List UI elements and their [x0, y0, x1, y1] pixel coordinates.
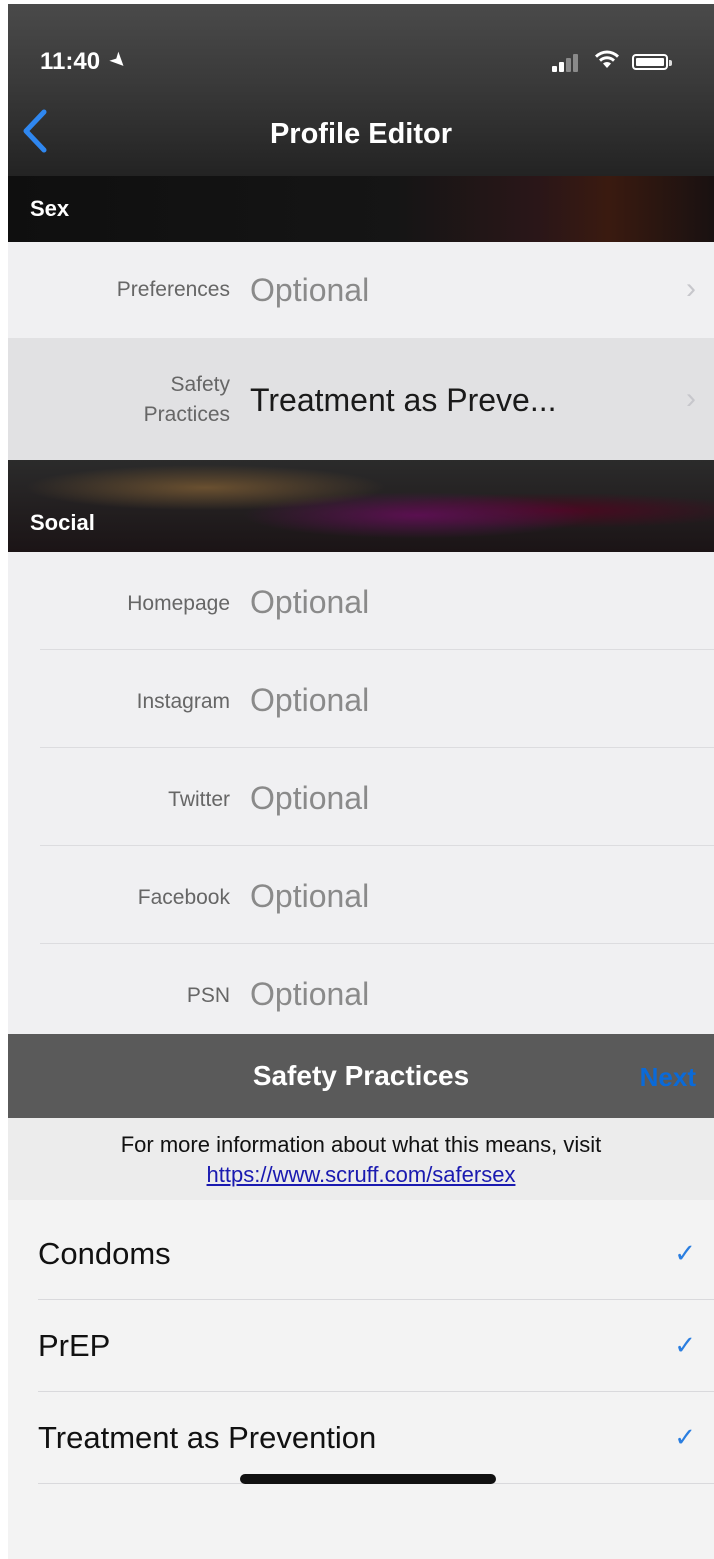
homepage-row[interactable]: Homepage Optional	[8, 552, 714, 650]
checkmark-icon: ✓	[674, 1330, 696, 1360]
status-time: 11:40	[40, 48, 101, 75]
instagram-label: Instagram	[136, 690, 230, 713]
section-header-sex: Sex	[8, 176, 714, 242]
picker-toolbar: Safety Practices Next	[8, 1034, 714, 1118]
safety-label-line2: Practices	[143, 403, 230, 426]
safety-practices-label: Safety Practices	[144, 370, 230, 430]
twitter-row[interactable]: Twitter Optional	[8, 748, 714, 846]
preferences-row[interactable]: Preferences Optional ›	[8, 242, 714, 338]
safety-options-list: Condoms ✓ PrEP ✓ Treatment as Prevention…	[8, 1200, 714, 1559]
twitter-label: Twitter	[168, 788, 230, 811]
facebook-field[interactable]: Optional	[250, 878, 369, 915]
picker-title: Safety Practices	[252, 1060, 470, 1091]
battery-icon	[632, 54, 672, 70]
preferences-value: Optional	[250, 272, 370, 308]
next-button[interactable]: Next	[640, 1062, 696, 1093]
safety-practices-row[interactable]: Safety Practices Treatment as Preve... ›	[8, 338, 714, 460]
chevron-right-icon: ›	[686, 272, 696, 305]
psn-row[interactable]: PSN Optional	[8, 944, 714, 1034]
safety-label-line1: Safety	[170, 373, 230, 396]
cellular-signal-icon	[552, 54, 582, 72]
home-indicator[interactable]	[240, 1474, 496, 1484]
facebook-label: Facebook	[137, 886, 230, 909]
facebook-row[interactable]: Facebook Optional	[8, 846, 714, 944]
psn-label: PSN	[186, 984, 230, 1007]
instagram-field[interactable]: Optional	[250, 682, 369, 719]
page-title: Profile Editor	[269, 118, 453, 150]
section-header-social: Social	[8, 460, 714, 552]
location-arrow-icon: ➤	[104, 47, 132, 75]
status-indicators	[542, 48, 692, 74]
preferences-label: Preferences	[116, 278, 230, 301]
homepage-label: Homepage	[127, 592, 230, 615]
option-label: Treatment as Prevention	[38, 1420, 377, 1455]
top-bar: 11:40 ➤ Profile Editor	[8, 4, 714, 176]
info-message: For more information about what this mea…	[120, 1132, 602, 1157]
info-text: For more information about what this mea…	[8, 1118, 714, 1200]
option-condoms[interactable]: Condoms ✓	[8, 1208, 714, 1300]
homepage-field[interactable]: Optional	[250, 584, 369, 621]
instagram-row[interactable]: Instagram Optional	[8, 650, 714, 748]
option-treatment-as-prevention[interactable]: Treatment as Prevention ✓	[8, 1392, 714, 1484]
wifi-icon	[594, 48, 620, 76]
screen: 11:40 ➤ Profile Editor Sex Preferences O…	[8, 4, 714, 1559]
option-label: PrEP	[38, 1328, 111, 1363]
twitter-field[interactable]: Optional	[250, 780, 369, 817]
option-prep[interactable]: PrEP ✓	[8, 1300, 714, 1392]
checkmark-icon: ✓	[674, 1238, 696, 1268]
safety-practices-value: Treatment as Preve...	[250, 382, 557, 418]
psn-field[interactable]: Optional	[250, 976, 369, 1013]
checkmark-icon: ✓	[674, 1422, 696, 1452]
chevron-right-icon: ›	[686, 382, 696, 415]
option-label: Condoms	[38, 1236, 171, 1271]
safer-sex-link[interactable]: https://www.scruff.com/safersex	[207, 1162, 516, 1187]
